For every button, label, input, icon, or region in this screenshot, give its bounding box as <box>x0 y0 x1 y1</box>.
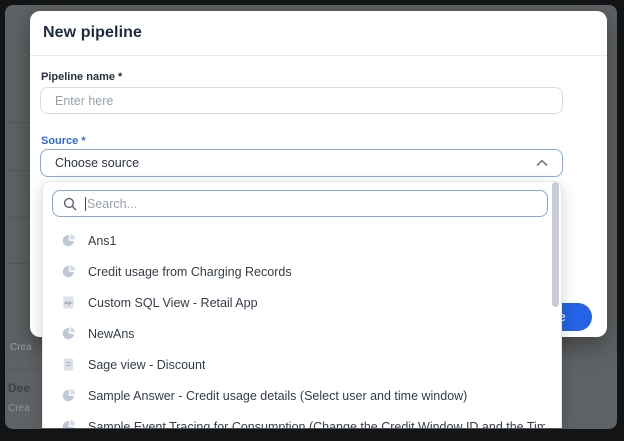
text-cursor <box>85 197 86 211</box>
document-icon <box>61 357 76 372</box>
search-icon <box>63 197 77 211</box>
pie-chart-icon <box>61 264 76 279</box>
screenshot-frame: Crea Dee Crea New pipeline Pipeline name… <box>0 0 624 441</box>
pie-chart-icon <box>61 233 76 248</box>
source-option-label: Custom SQL View - Retail App <box>88 296 258 310</box>
background-row-divider <box>5 369 42 370</box>
background-created-text: Crea <box>10 342 32 353</box>
pie-chart-icon <box>61 419 76 428</box>
background-item-name: Dee <box>8 381 30 395</box>
background-row-divider <box>5 217 30 218</box>
pie-chart-icon <box>61 388 76 403</box>
source-option[interactable]: Sample Event Tracing for Consumption (Ch… <box>43 411 561 428</box>
background-row-divider <box>5 263 30 264</box>
source-option[interactable]: Ans1 <box>43 225 561 256</box>
source-options-list: Ans1 Credit usage from Charging Records … <box>43 225 561 428</box>
source-select[interactable]: Choose source <box>40 149 563 177</box>
background-row-divider <box>5 170 30 171</box>
search-input[interactable] <box>87 197 537 211</box>
source-option-label: Ans1 <box>88 234 117 248</box>
modal-header-divider <box>30 55 607 56</box>
source-option[interactable]: SQL Custom SQL View - Retail App <box>43 287 561 318</box>
source-option[interactable]: NewAns <box>43 318 561 349</box>
source-option-label: Sage view - Discount <box>88 358 205 372</box>
source-option[interactable]: Sample Answer - Credit usage details (Se… <box>43 380 561 411</box>
source-select-value: Choose source <box>55 156 536 170</box>
source-option[interactable]: Sage view - Discount <box>43 349 561 380</box>
background-row-divider <box>5 122 30 123</box>
chevron-up-icon <box>536 159 548 167</box>
source-option[interactable]: Credit usage from Charging Records <box>43 256 561 287</box>
source-dropdown-panel: Ans1 Credit usage from Charging Records … <box>42 181 562 428</box>
source-option-label: NewAns <box>88 327 135 341</box>
background-created-text: Crea <box>8 403 30 414</box>
pipeline-name-input[interactable] <box>40 87 563 114</box>
source-label: Source * <box>41 135 86 147</box>
source-option-label: Sample Event Tracing for Consumption (Ch… <box>88 420 545 429</box>
source-option-label: Sample Answer - Credit usage details (Se… <box>88 389 467 403</box>
pipeline-name-label: Pipeline name * <box>41 71 122 83</box>
app-window: Crea Dee Crea New pipeline Pipeline name… <box>5 5 617 429</box>
svg-text:SQL: SQL <box>64 300 73 305</box>
modal-title: New pipeline <box>43 24 142 42</box>
dropdown-search-field[interactable] <box>52 190 548 217</box>
pie-chart-icon <box>61 326 76 341</box>
dropdown-scrollbar-thumb[interactable] <box>552 182 559 307</box>
sql-file-icon: SQL <box>61 295 76 310</box>
source-option-label: Credit usage from Charging Records <box>88 265 292 279</box>
